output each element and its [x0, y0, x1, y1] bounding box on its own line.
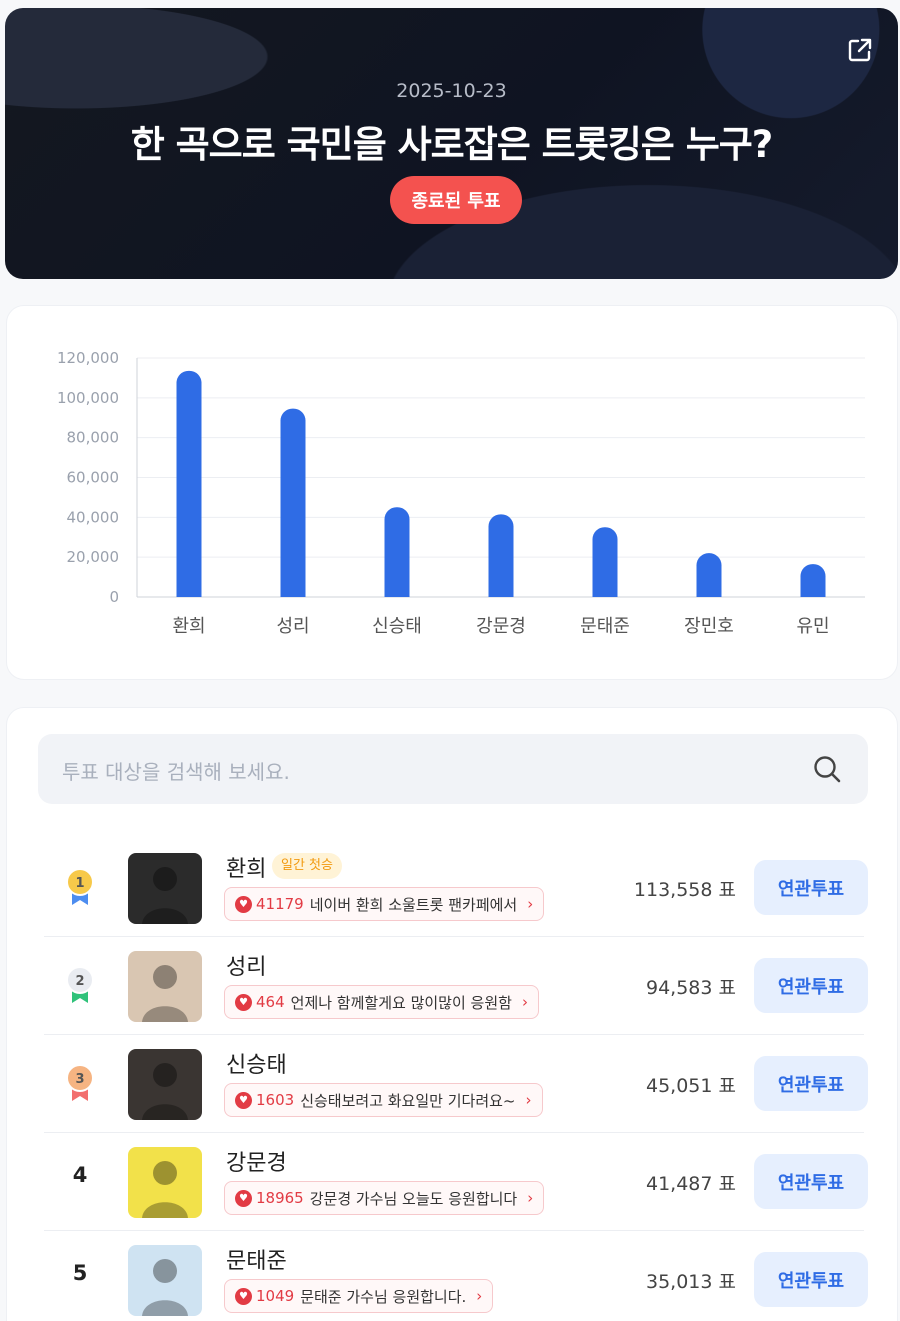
bar-base-환희: [176, 583, 202, 597]
cheer-message-link[interactable]: ♥ 464 언제나 함께할게요 많이많이 응원함 ›: [224, 985, 539, 1019]
candidate-photo[interactable]: [128, 853, 202, 924]
vote-status-badge: 종료된 투표: [390, 176, 522, 224]
x-tick-label: 강문경: [476, 616, 526, 637]
vote-count: 113,558 표: [633, 879, 736, 901]
chevron-right-icon: ›: [527, 895, 534, 913]
rank-medal-icon: 1: [66, 868, 94, 905]
related-vote-button[interactable]: 연관투표: [754, 1154, 868, 1209]
share-icon[interactable]: [846, 36, 874, 64]
heart-icon: ♥: [235, 895, 252, 913]
search-placeholder: 투표 대상을 검색해 보세요.: [62, 760, 290, 784]
search-icon[interactable]: [812, 754, 842, 784]
vote-header-banner: 2025-10-23 한 곡으로 국민을 사로잡은 트롯킹은 누구? 종료된 투…: [5, 8, 898, 279]
vote-count: 41,487 표: [645, 1173, 736, 1195]
heart-icon: ♥: [235, 1091, 252, 1109]
bar-base-유민: [800, 583, 826, 597]
y-tick-label: 100,000: [57, 389, 119, 407]
cheer-message: 언제나 함께할게요 많이많이 응원함: [290, 993, 512, 1012]
person-silhouette-icon: [142, 1161, 188, 1218]
candidate-name: 성리: [226, 955, 267, 980]
bar-base-성리: [280, 583, 306, 597]
candidate-row[interactable]: 2 성리 ♥ 464 언제나 함께할게요 많이많이 응원함 › 94,583 표…: [44, 937, 868, 1035]
candidate-photo[interactable]: [128, 1049, 202, 1120]
cheer-message: 강문경 가수님 오늘도 응원합니다: [309, 1189, 518, 1208]
rank-medal-icon: 2: [66, 966, 94, 1003]
bar-base-신승태: [384, 583, 410, 597]
vote-date: 2025-10-23: [396, 80, 507, 102]
heart-icon: ♥: [235, 1189, 252, 1207]
y-tick-label: 60,000: [67, 469, 120, 487]
related-vote-button[interactable]: 연관투표: [754, 860, 868, 915]
rank-number: 2: [75, 974, 84, 989]
bar-base-강문경: [488, 583, 514, 597]
cheer-message: 신승태보려고 화요일만 기다려요~: [300, 1091, 516, 1110]
heart-icon: ♥: [235, 1287, 252, 1305]
chevron-right-icon: ›: [476, 1287, 483, 1305]
candidate-name: 환희: [226, 857, 267, 882]
rank-number: 4: [72, 1163, 88, 1187]
cheer-count: 464: [256, 993, 285, 1011]
rank-number: 5: [72, 1261, 88, 1285]
candidate-name: 신승태: [226, 1053, 287, 1078]
cheer-message: 문태준 가수님 응원합니다.: [300, 1287, 467, 1306]
candidate-row[interactable]: 1 환희 일간 첫승 ♥ 41179 네이버 환희 소울트롯 팬카페에서 › 1…: [44, 839, 868, 937]
y-tick-label: 80,000: [67, 429, 120, 447]
candidate-row[interactable]: 3 신승태 ♥ 1603 신승태보려고 화요일만 기다려요~ › 45,051 …: [44, 1035, 868, 1133]
candidate-name: 강문경: [226, 1151, 287, 1176]
vote-count: 45,051 표: [645, 1075, 736, 1097]
y-tick-label: 0: [109, 588, 119, 606]
y-tick-label: 20,000: [67, 548, 120, 566]
vote-count: 35,013 표: [645, 1271, 736, 1293]
candidate-photo[interactable]: [128, 951, 202, 1022]
candidate-row[interactable]: 5 문태준 ♥ 1049 문태준 가수님 응원합니다. › 35,013 표 연…: [44, 1231, 868, 1321]
chevron-right-icon: ›: [521, 993, 528, 1011]
cheer-message-link[interactable]: ♥ 41179 네이버 환희 소울트롯 팬카페에서 ›: [224, 887, 545, 921]
cheer-message-link[interactable]: ♥ 1049 문태준 가수님 응원합니다. ›: [224, 1279, 494, 1313]
person-silhouette-icon: [142, 867, 188, 924]
vote-chart-card: 0 20,000 40,000 60,000 80,000 100,000 120,000 환…: [6, 305, 898, 680]
x-tick-label: 성리: [276, 616, 309, 637]
rank-number: 3: [75, 1072, 84, 1087]
x-tick-label: 신승태: [372, 616, 422, 637]
heart-icon: ♥: [235, 993, 252, 1011]
cheer-message: 네이버 환희 소울트롯 팬카페에서: [309, 895, 518, 914]
y-tick-label: 120,000: [57, 349, 119, 367]
vote-bar-chart: 0 20,000 40,000 60,000 80,000 100,000 120,000 환…: [57, 349, 865, 637]
vote-count: 94,583 표: [645, 977, 736, 999]
cheer-count: 41179: [256, 895, 304, 913]
rank-medal-icon: 3: [66, 1064, 94, 1101]
bar-환희[interactable]: [176, 370, 202, 597]
person-silhouette-icon: [142, 1259, 188, 1316]
bar-base-문태준: [592, 583, 618, 597]
candidate-photo[interactable]: [128, 1147, 202, 1218]
x-tick-label: 장민호: [684, 616, 734, 637]
related-vote-button[interactable]: 연관투표: [754, 1056, 868, 1111]
related-vote-button[interactable]: 연관투표: [754, 1252, 868, 1307]
chevron-right-icon: ›: [527, 1189, 534, 1207]
y-tick-label: 40,000: [67, 508, 120, 526]
candidate-photo[interactable]: [128, 1245, 202, 1316]
x-tick-label: 환희: [172, 616, 205, 637]
candidate-row[interactable]: 4 강문경 ♥ 18965 강문경 가수님 오늘도 응원합니다 › 41,487…: [44, 1133, 868, 1231]
person-silhouette-icon: [142, 965, 188, 1022]
cheer-message-link[interactable]: ♥ 18965 강문경 가수님 오늘도 응원합니다 ›: [224, 1181, 545, 1215]
cheer-count: 18965: [256, 1189, 304, 1207]
candidate-list-card: 투표 대상을 검색해 보세요. 1 환희 일간 첫승 ♥ 41179 네이버 환: [6, 707, 898, 1321]
chevron-right-icon: ›: [525, 1091, 532, 1109]
candidate-tag-badge: 일간 첫승: [272, 853, 342, 879]
cheer-message-link[interactable]: ♥ 1603 신승태보려고 화요일만 기다려요~ ›: [224, 1083, 543, 1117]
related-vote-button[interactable]: 연관투표: [754, 958, 868, 1013]
rank-number: 1: [75, 876, 84, 891]
x-tick-label: 문태준: [580, 616, 630, 637]
x-tick-label: 유민: [796, 616, 829, 637]
bar-base-장민호: [696, 583, 722, 597]
cheer-count: 1603: [256, 1091, 295, 1109]
candidate-name: 문태준: [226, 1249, 287, 1274]
vote-title: 한 곡으로 국민을 사로잡은 트롯킹은 누구?: [130, 123, 774, 166]
person-silhouette-icon: [142, 1063, 188, 1120]
cheer-count: 1049: [256, 1287, 295, 1305]
search-input[interactable]: 투표 대상을 검색해 보세요.: [38, 734, 868, 804]
bar-성리[interactable]: [280, 408, 306, 597]
